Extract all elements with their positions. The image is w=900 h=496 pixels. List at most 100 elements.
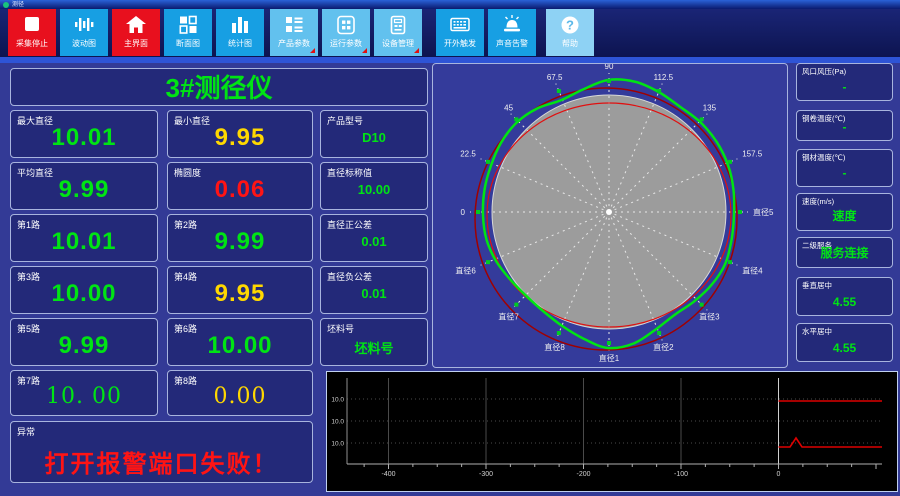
polar-axis-label: 直径3: [699, 311, 720, 321]
panel-value: 速度: [832, 209, 857, 223]
lower-series-line: [778, 436, 882, 448]
metric-value: 0.00: [213, 384, 267, 409]
btn-stats-chart[interactable]: 统计图: [216, 9, 264, 56]
metric-value: 10.00: [207, 332, 273, 359]
spoke-end-marker: [657, 88, 662, 93]
btn-run-params[interactable]: 运行参数: [322, 9, 370, 56]
panel-value: -: [842, 80, 847, 94]
metric-label: 直径负公差: [327, 272, 373, 282]
panel-label: 速度(m/s): [802, 197, 835, 206]
btn-label: 设备管理: [382, 39, 414, 48]
polar-axis-label: 45: [504, 104, 513, 113]
metric-ch2: 第2路 9.99: [167, 214, 313, 262]
metric-ch8: 第8路 0.00: [167, 370, 313, 416]
polar-axis-label: 0: [461, 208, 466, 217]
btn-label: 运行参数: [330, 39, 362, 48]
spoke-end-marker: [699, 302, 704, 307]
metric-value: 9.99: [58, 176, 110, 203]
panel-value: 4.55: [832, 341, 857, 355]
metric-value: 10. 00: [46, 384, 122, 409]
polar-center-dot: [606, 209, 612, 215]
panel-coil-temp: 钢卷温度(℃) -: [796, 110, 893, 141]
window-title: 测径: [12, 1, 25, 8]
btn-label: 断面图: [176, 39, 200, 48]
grid-settings-icon: [337, 15, 355, 35]
btn-label: 开外触发: [444, 39, 476, 48]
alarm-panel: 异常 打开报警端口失败！: [10, 421, 313, 483]
btn-ext-trigger[interactable]: 开外触发: [436, 9, 484, 56]
spoke-end-marker: [607, 79, 611, 83]
polar-axis-label: 直径8: [544, 342, 565, 352]
btn-device-mgmt[interactable]: 设备管理: [374, 9, 422, 56]
spoke-end-marker: [514, 117, 519, 122]
btn-section-chart[interactable]: 断面图: [164, 9, 212, 56]
metric-value: 坯料号: [354, 341, 394, 356]
btn-product-params[interactable]: 产品参数: [270, 9, 318, 56]
spoke-end-marker: [514, 302, 519, 307]
metric-value: D10: [362, 130, 386, 145]
spoke-end-marker: [657, 331, 662, 336]
polar-axis-label: 67.5: [547, 73, 563, 82]
metric-ch7: 第7路 10. 00: [10, 370, 158, 416]
metric-value: 0.01: [361, 286, 387, 301]
polar-axis-label: 22.5: [460, 150, 476, 159]
panel-label: 垂直居中: [802, 281, 832, 290]
metric-billet-no: 坯料号 坯料号: [320, 318, 428, 366]
y-tick-label: 10.0: [331, 441, 344, 448]
btn-help[interactable]: ? 帮助: [546, 9, 594, 56]
red-corner-mark: [414, 48, 419, 53]
panel-value: -: [842, 166, 847, 180]
metric-label: 直径正公差: [327, 220, 373, 230]
spoke-end-marker: [728, 159, 733, 164]
trend-chart: 10.0 10.0 10.0 -400 -300 -200 -100 0: [326, 371, 898, 492]
metric-ch3: 第3路 10.00: [10, 266, 158, 314]
polar-axis-label: 直径4: [742, 265, 763, 275]
metric-value: 9.95: [214, 280, 266, 307]
panel-value: 服务连接: [820, 246, 869, 260]
svg-text:?: ?: [566, 18, 574, 33]
question-icon: ?: [561, 16, 579, 34]
metric-value: 9.99: [214, 228, 266, 255]
polar-axis-label: 135: [703, 104, 717, 113]
metric-min-diameter: 最小直径 9.95: [167, 110, 313, 158]
panel-vertical-center: 垂直居中 4.55: [796, 277, 893, 316]
panel-value: 4.55: [832, 295, 857, 309]
metric-value: 10.00: [51, 280, 117, 307]
btn-label: 帮助: [562, 39, 578, 48]
panel-wind-pressure: 风口风压(Pa) -: [796, 63, 893, 101]
app-icon: [3, 1, 9, 8]
spoke-end-marker: [738, 210, 742, 214]
metric-plus-tolerance: 直径正公差 0.01: [320, 214, 428, 262]
btn-label: 采集停止: [16, 39, 48, 48]
metric-ch5: 第5路 9.99: [10, 318, 158, 366]
metric-ch1: 第1路 10.01: [10, 214, 158, 262]
metric-ch4: 第4路 9.95: [167, 266, 313, 314]
y-tick-label: 10.0: [331, 397, 344, 404]
spoke-end-marker: [556, 88, 561, 93]
red-corner-mark: [362, 48, 367, 53]
metric-nominal-diameter: 直径标称值 10.00: [320, 162, 428, 210]
x-tick-label: -100: [674, 471, 688, 478]
polar-axis-label: 直径1: [599, 353, 620, 363]
btn-label: 声音告警: [496, 39, 528, 48]
bar-chart-icon: [232, 17, 248, 33]
btn-main-screen[interactable]: 主界面: [112, 9, 160, 56]
product-list-icon: [286, 17, 303, 32]
polar-axis-label: 112.5: [654, 73, 674, 82]
spoke-end-marker: [556, 331, 561, 336]
gauge-title-panel: 3#测径仪: [10, 68, 428, 106]
stop-icon: [25, 17, 39, 31]
metric-value: 10.01: [51, 124, 117, 151]
btn-wave-chart[interactable]: 波动图: [60, 9, 108, 56]
metric-value: 0.01: [361, 234, 387, 249]
metric-ch6: 第6路 10.00: [167, 318, 313, 366]
btn-label: 统计图: [228, 39, 252, 48]
btn-capture-stop[interactable]: 采集停止: [8, 9, 56, 56]
btn-sound-alarm[interactable]: 声音告警: [488, 9, 536, 56]
metric-minus-tolerance: 直径负公差 0.01: [320, 266, 428, 314]
alarm-label: 异常: [17, 427, 36, 437]
device-icon: [390, 15, 406, 35]
y-tick-label: 10.0: [331, 419, 344, 426]
panel-label: 水平居中: [802, 327, 832, 336]
x-tick-label: -400: [381, 471, 395, 478]
